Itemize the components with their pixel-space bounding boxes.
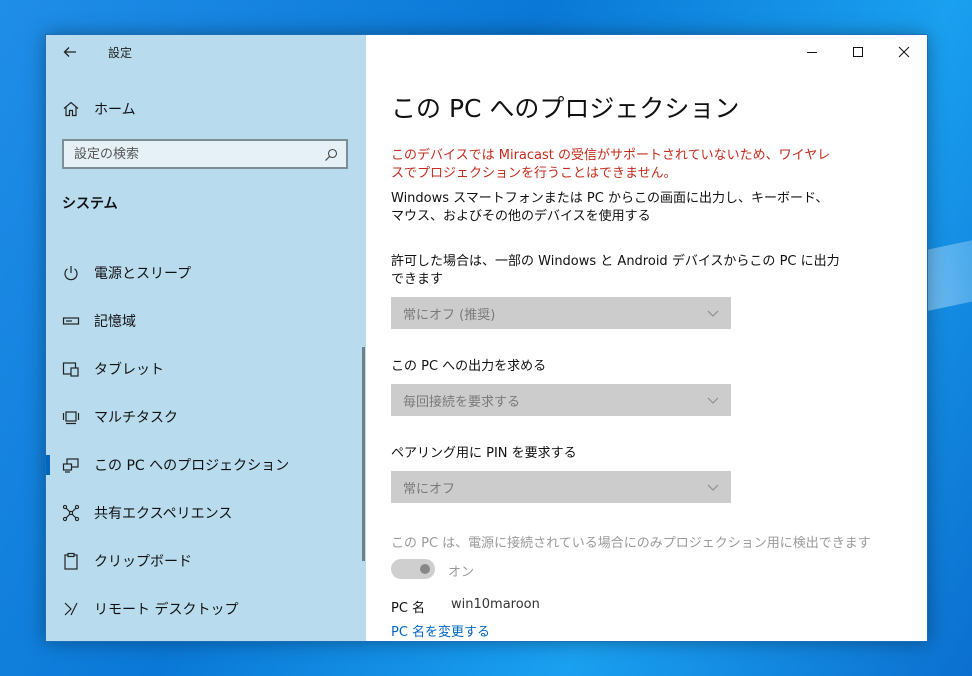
sidebar-item-clipboard[interactable]: クリップボード bbox=[46, 537, 366, 585]
rename-pc-link[interactable]: PC 名を変更する bbox=[391, 621, 490, 640]
sidebar-item-label: 共有エクスペリエンス bbox=[94, 506, 233, 522]
power-only-note: この PC は、電源に接続されている場合にのみプロジェクション用に検出できます bbox=[391, 536, 871, 551]
tablet-icon bbox=[62, 362, 79, 377]
sidebar-item-projection[interactable]: この PC へのプロジェクション bbox=[46, 441, 366, 489]
sidebar-item-label: リモート デスクトップ bbox=[94, 602, 239, 618]
section-title: システム bbox=[62, 196, 118, 212]
titlebar: 設定 bbox=[46, 35, 366, 69]
power-icon bbox=[64, 266, 78, 281]
setting1-label: 許可した場合は、一部の Windows と Android デバイスからこの P… bbox=[391, 254, 840, 287]
main-content: この PC へのプロジェクション このデバイスでは Miracast の受信がサ… bbox=[391, 35, 911, 641]
sidebar-item-label: タブレット bbox=[94, 362, 164, 378]
chevron-down-icon bbox=[707, 310, 719, 317]
setting3-label: ペアリング用に PIN を要求する bbox=[391, 446, 577, 461]
sidebar-item-multitasking[interactable]: マルチタスク bbox=[46, 393, 366, 441]
sidebar-item-label: マルチタスク bbox=[94, 410, 178, 426]
back-arrow-icon[interactable] bbox=[62, 44, 78, 60]
sidebar-item-label: この PC へのプロジェクション bbox=[94, 458, 290, 474]
availability-dropdown[interactable]: 常にオフ (推奨) bbox=[391, 297, 731, 329]
page-title: この PC へのプロジェクション bbox=[391, 94, 740, 123]
toggle-state-label: オン bbox=[448, 565, 475, 580]
require-pin-dropdown[interactable]: 常にオフ bbox=[391, 471, 731, 503]
ask-to-project-dropdown[interactable]: 毎回接続を要求する bbox=[391, 384, 731, 416]
settings-window: 設定 ホーム システム 電源とスリープ bbox=[45, 34, 928, 642]
pc-name-value: win10maroon bbox=[451, 597, 540, 612]
pc-name-label: PC 名 bbox=[391, 601, 426, 616]
sidebar-item-shared-experiences[interactable]: 共有エクスペリエンス bbox=[46, 489, 366, 537]
sidebar-item-label: ホーム bbox=[94, 102, 136, 118]
projection-description: Windows スマートフォンまたは PC からこの画面に出力し、キーボード、マ… bbox=[391, 191, 829, 224]
dropdown-value: 毎回接続を要求する bbox=[403, 394, 521, 410]
search-input[interactable] bbox=[64, 141, 314, 167]
sidebar-item-label: 記憶域 bbox=[94, 314, 136, 330]
home-icon bbox=[63, 101, 79, 117]
remote-desktop-icon bbox=[64, 602, 78, 616]
sidebar-item-label: クリップボード bbox=[94, 554, 192, 570]
chevron-down-icon bbox=[707, 484, 719, 491]
dropdown-value: 常にオフ (推奨) bbox=[403, 307, 496, 323]
sidebar-item-label: 電源とスリープ bbox=[94, 266, 192, 282]
multitasking-icon bbox=[62, 411, 80, 425]
search-icon[interactable] bbox=[324, 148, 338, 162]
toggle-knob bbox=[420, 564, 430, 574]
shared-experiences-icon bbox=[62, 504, 80, 522]
sidebar-item-remote-desktop[interactable]: リモート デスクトップ bbox=[46, 585, 366, 633]
sidebar-item-tablet[interactable]: タブレット bbox=[46, 345, 366, 393]
dropdown-value: 常にオフ bbox=[403, 481, 456, 497]
setting2-label: この PC への出力を求める bbox=[391, 359, 547, 374]
search-box[interactable] bbox=[62, 139, 348, 169]
app-title: 設定 bbox=[108, 46, 133, 60]
sidebar-scrollbar[interactable] bbox=[362, 347, 365, 561]
clipboard-icon bbox=[64, 552, 78, 570]
sidebar-item-power-sleep[interactable]: 電源とスリープ bbox=[46, 249, 366, 297]
chevron-down-icon bbox=[707, 397, 719, 404]
sidebar-nav: 電源とスリープ 記憶域 タブレット マルチタスク この PC へのプロジェクショ… bbox=[46, 249, 366, 633]
sidebar: 設定 ホーム システム 電源とスリープ bbox=[46, 35, 366, 641]
sidebar-item-home[interactable]: ホーム bbox=[62, 97, 352, 121]
projection-icon bbox=[62, 458, 79, 473]
miracast-warning: このデバイスでは Miracast の受信がサポートされていないため、ワイヤレス… bbox=[391, 148, 831, 181]
sidebar-item-storage[interactable]: 記憶域 bbox=[46, 297, 366, 345]
power-only-toggle[interactable] bbox=[391, 559, 435, 579]
storage-icon bbox=[62, 317, 80, 325]
